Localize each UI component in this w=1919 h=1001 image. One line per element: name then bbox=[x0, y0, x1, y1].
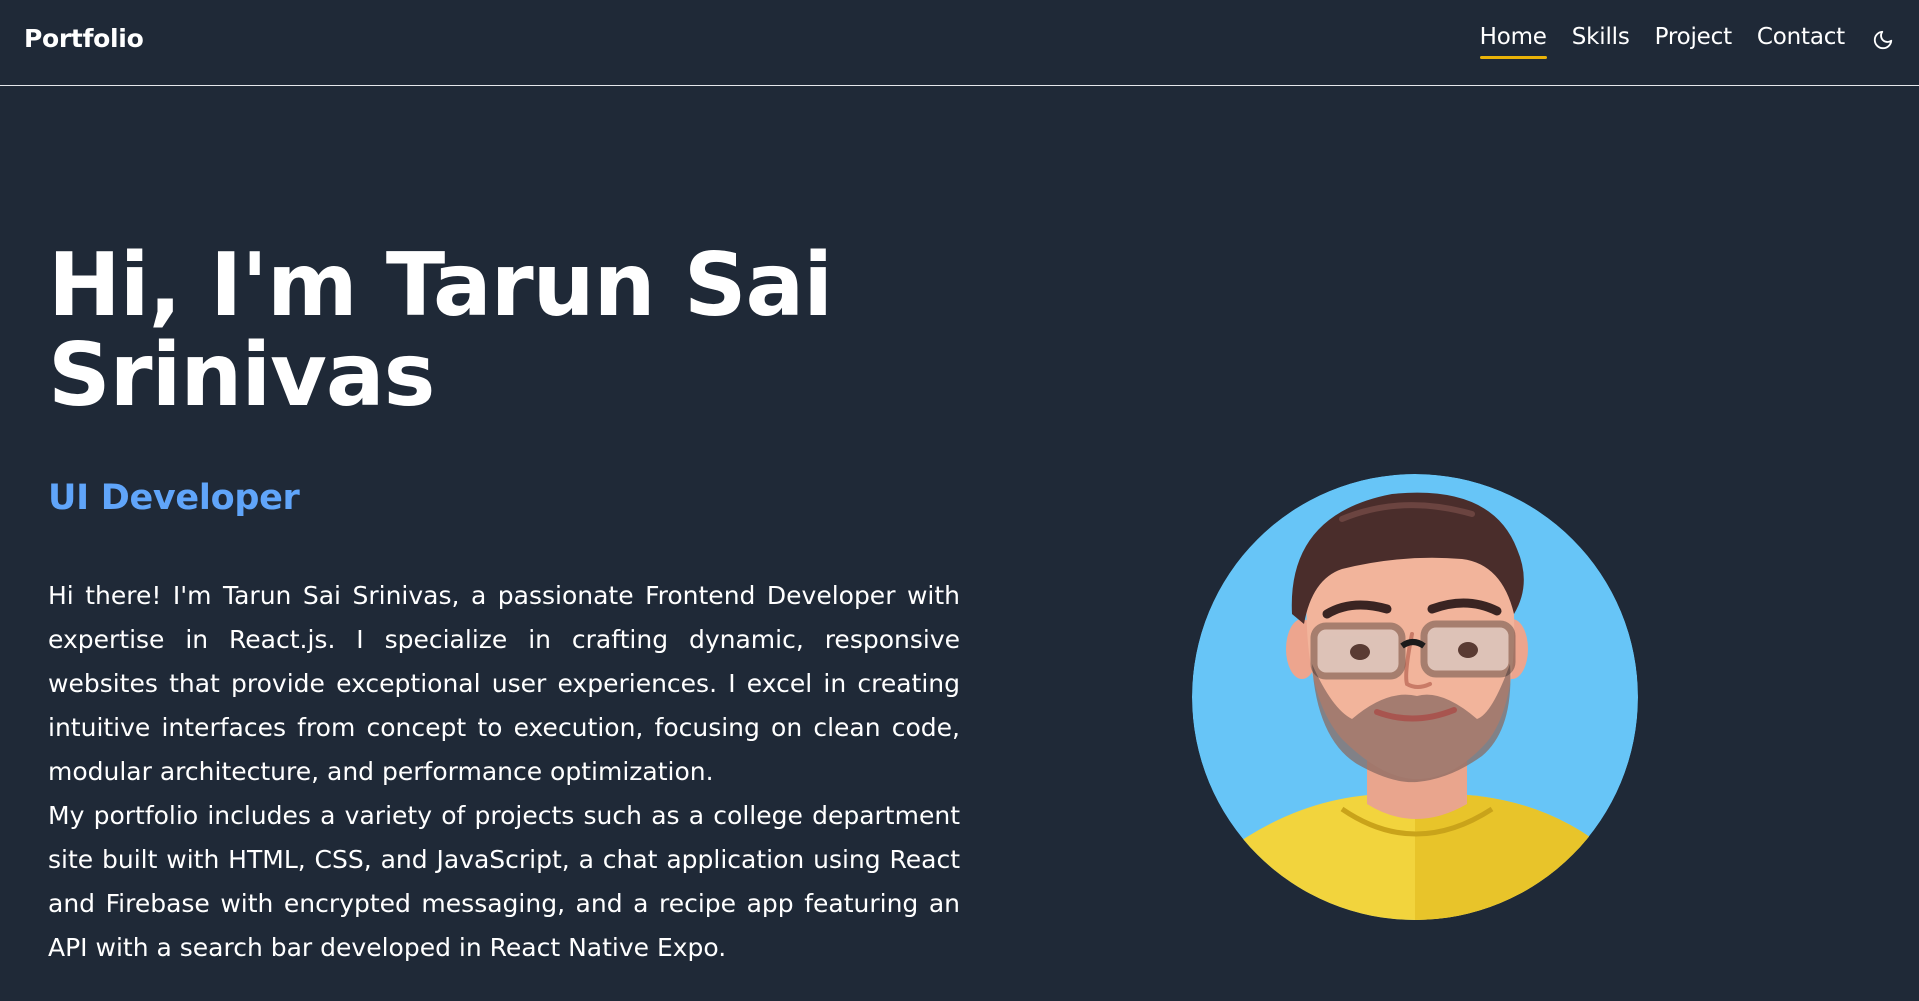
hero-title: Hi, I'm Tarun Sai Srinivas bbox=[48, 234, 833, 426]
navbar: Portfolio Home Skills Project Contact bbox=[0, 0, 1919, 86]
hero-role: UI Developer bbox=[48, 478, 300, 518]
avatar-illustration bbox=[1192, 474, 1638, 920]
hero-description: Hi there! I'm Tarun Sai Srinivas, a pass… bbox=[48, 574, 960, 970]
nav-link-contact[interactable]: Contact bbox=[1757, 24, 1845, 55]
nav-link-skills[interactable]: Skills bbox=[1572, 24, 1630, 55]
nav-links: Home Skills Project Contact bbox=[1455, 24, 1895, 59]
avatar bbox=[1192, 474, 1638, 920]
nav-link-home[interactable]: Home bbox=[1479, 24, 1547, 59]
nav-link-project[interactable]: Project bbox=[1655, 24, 1732, 55]
hero-paragraph-2: My portfolio includes a variety of proje… bbox=[48, 801, 960, 962]
hero-paragraph-1: Hi there! I'm Tarun Sai Srinivas, a pass… bbox=[48, 581, 960, 786]
brand-logo[interactable]: Portfolio bbox=[24, 24, 144, 53]
moon-icon[interactable] bbox=[1871, 28, 1895, 52]
